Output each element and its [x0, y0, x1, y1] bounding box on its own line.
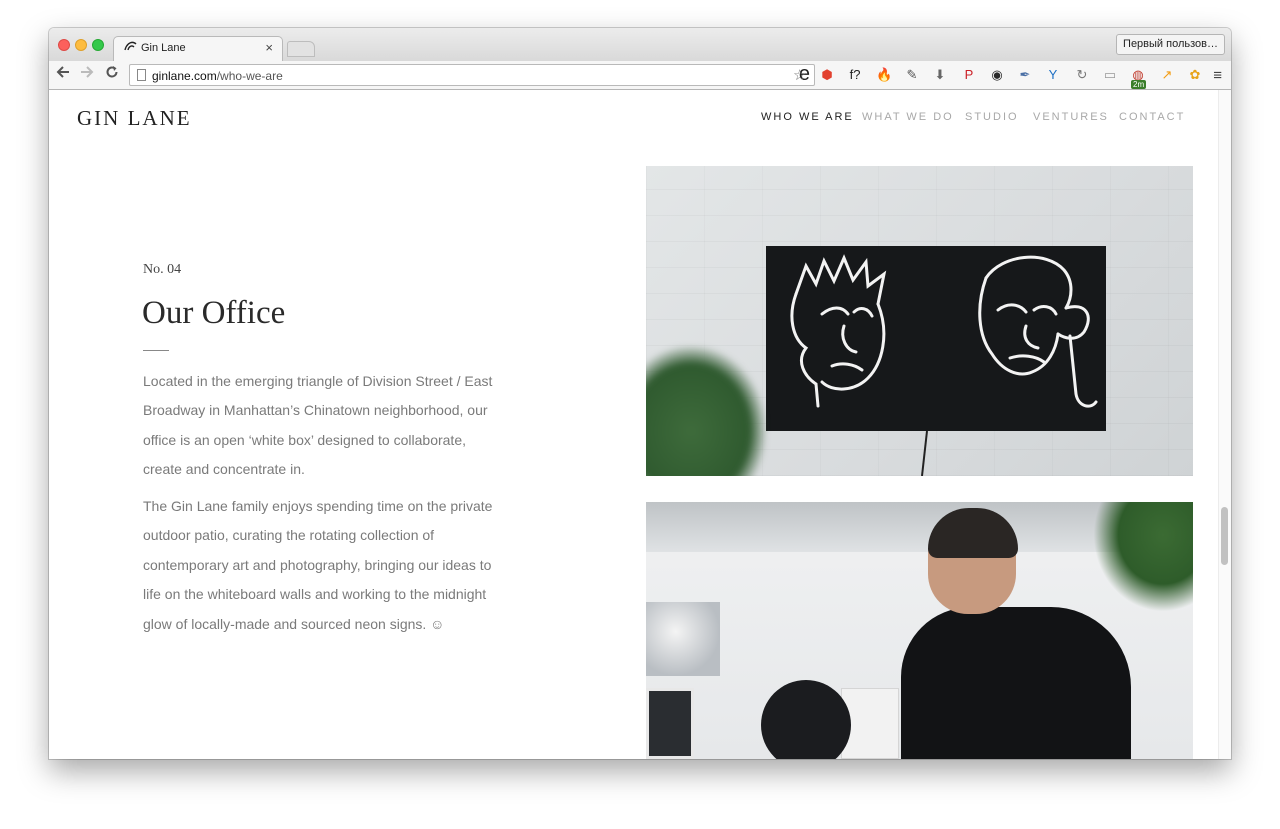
page-viewport: GIN LANE WHO WE ARE WHAT WE DO STUDIO VENTU…: [49, 90, 1231, 759]
office-photo: [646, 502, 1193, 759]
profile-button[interactable]: Первый пользов…: [1116, 34, 1225, 55]
reload-ext-icon[interactable]: ↻: [1074, 67, 1090, 83]
extension-badge: 2m: [1131, 80, 1147, 89]
bookmark-star-icon[interactable]: ☆: [793, 66, 806, 84]
office-paragraph-2: The Gin Lane family enjoys spending time…: [143, 498, 493, 632]
new-tab-button[interactable]: [287, 41, 315, 57]
pocket-icon[interactable]: ⬇: [932, 67, 948, 83]
camera-icon[interactable]: ◉: [989, 67, 1005, 83]
nav-item-what-we-do[interactable]: WHAT WE DO: [862, 111, 954, 123]
tab-strip: Gin Lane × Первый пользов…: [49, 28, 1231, 61]
tab-title: Gin Lane: [141, 42, 186, 54]
tab-close-icon[interactable]: ×: [265, 40, 273, 55]
office-paragraph-1: Located in the emerging triangle of Divi…: [143, 373, 493, 478]
back-arrow-icon[interactable]: [56, 65, 70, 85]
adblock-icon[interactable]: ⬢: [819, 67, 835, 83]
nav-item-contact[interactable]: CONTACT: [1119, 111, 1185, 123]
section-heading: Our Office: [142, 295, 286, 331]
pinterest-icon[interactable]: P: [961, 67, 977, 83]
analytics-icon[interactable]: ↗: [1159, 67, 1175, 83]
browser-window: Gin Lane × Первый пользов… ginlane.com/w…: [49, 28, 1231, 759]
window-minimize-button[interactable]: [75, 39, 87, 51]
evernote-icon[interactable]: ✎: [904, 67, 920, 83]
tab-gin-lane[interactable]: Gin Lane ×: [113, 36, 283, 61]
reload-icon[interactable]: [105, 65, 119, 85]
heading-divider: [143, 350, 169, 351]
window-close-button[interactable]: [58, 39, 70, 51]
forward-arrow-icon[interactable]: [80, 65, 94, 85]
scrollbar-thumb[interactable]: [1221, 507, 1228, 565]
chrome-menu-icon[interactable]: ≡: [1213, 67, 1222, 84]
page-icon: [137, 69, 146, 81]
section-number: No. 04: [143, 262, 182, 277]
nav-item-ventures[interactable]: VENTURES: [1033, 111, 1109, 123]
filter-icon[interactable]: Y: [1045, 67, 1061, 83]
nav-item-who-we-are[interactable]: WHO WE ARE: [761, 111, 854, 123]
nav-item-studio[interactable]: STUDIO: [965, 111, 1019, 123]
fontface-icon[interactable]: f?: [847, 67, 863, 83]
page-scrollbar[interactable]: [1218, 90, 1231, 759]
window-maximize-button[interactable]: [92, 39, 104, 51]
flower-icon[interactable]: ✿: [1187, 67, 1203, 83]
site-logo[interactable]: GIN LANE: [77, 106, 192, 131]
neon-faces-photo: [646, 166, 1193, 476]
eyedropper-icon[interactable]: ✒: [1017, 67, 1033, 83]
address-bar[interactable]: ginlane.com/who-we-are e: [129, 63, 815, 86]
browser-toolbar: ginlane.com/who-we-are e ☆ ⬢ f? 🔥 ✎ ⬇ P ◉ ✒ Y ↻ ▭ ◍…: [49, 61, 1231, 90]
gin-lane-favicon-icon: [124, 40, 137, 55]
url-text: ginlane.com/who-we-are: [152, 69, 283, 83]
reader-icon[interactable]: ▭: [1102, 67, 1118, 83]
fire-icon[interactable]: 🔥: [876, 67, 892, 83]
